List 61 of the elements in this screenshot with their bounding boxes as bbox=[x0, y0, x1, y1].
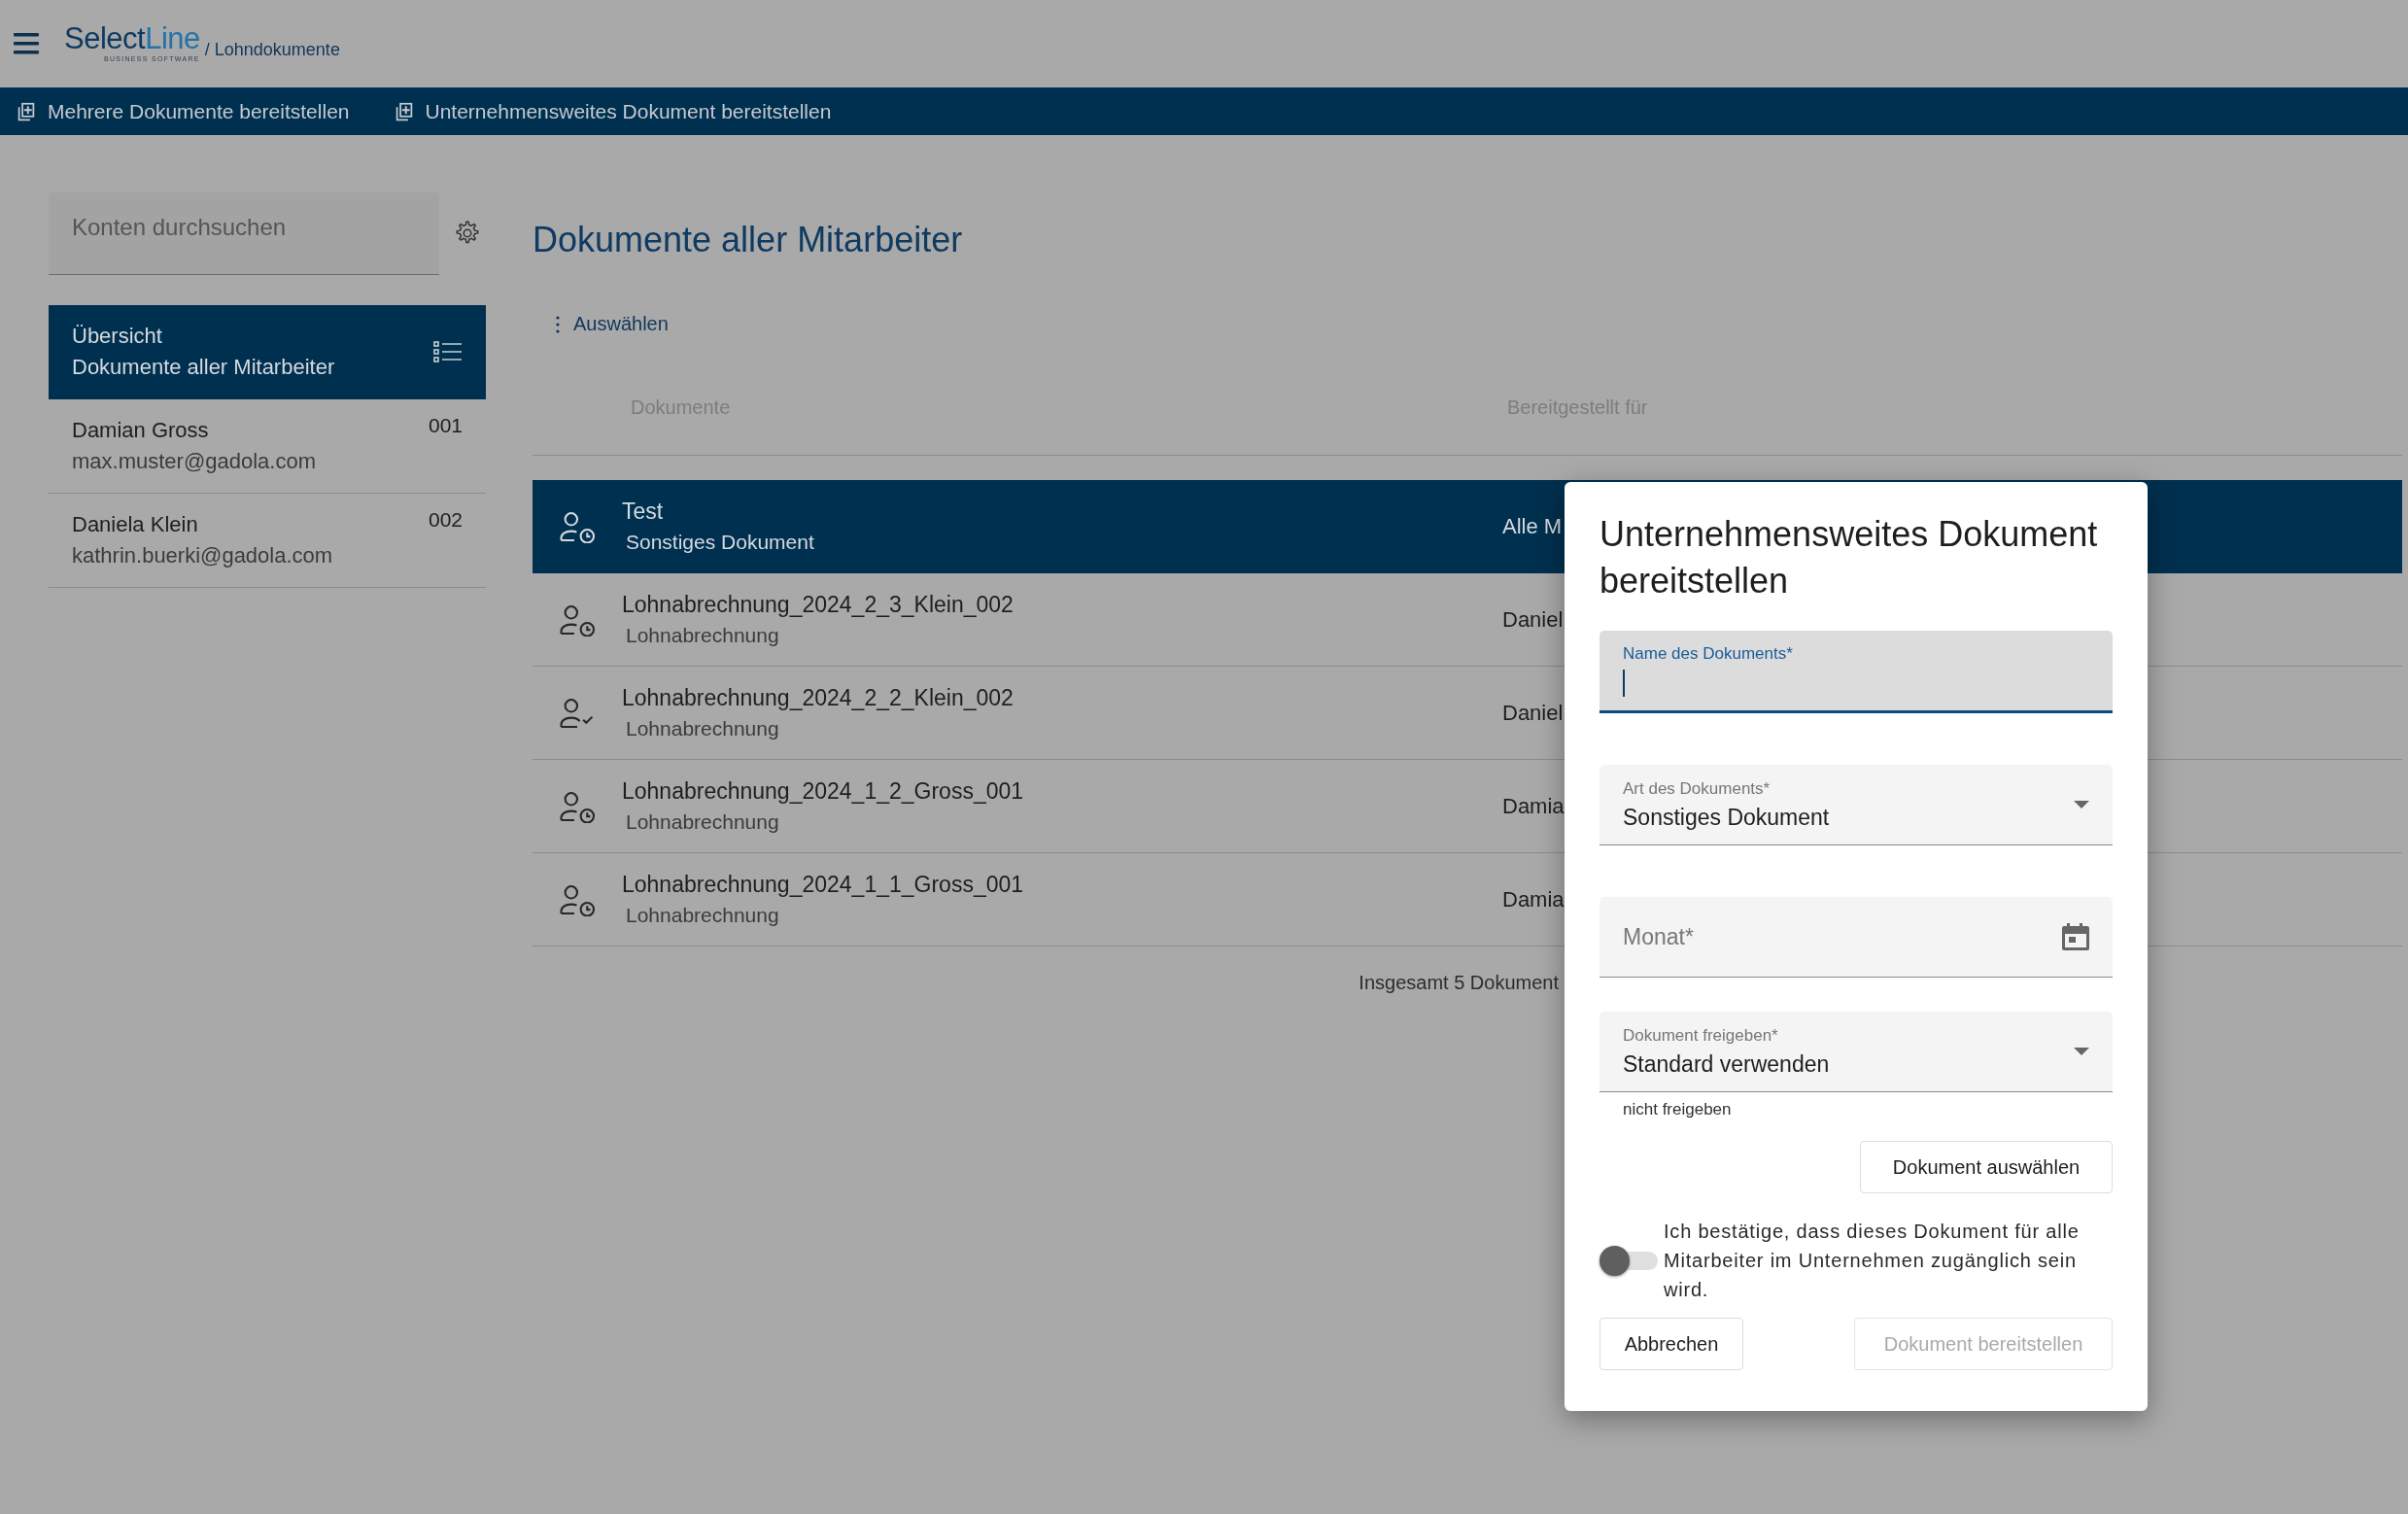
item-title: Daniela Klein bbox=[72, 512, 199, 537]
document-type: Lohnabrechnung bbox=[625, 624, 780, 647]
page-title: Dokumente aller Mitarbeiter bbox=[533, 219, 964, 261]
cancel-button[interactable]: Abbrechen bbox=[1600, 1318, 1743, 1370]
recipient-cell: Damia bbox=[1502, 886, 1565, 912]
document-count: Insgesamt 5 Dokument bbox=[1358, 971, 1560, 994]
sidebar-item[interactable]: Übersicht Dokumente aller Mitarbeiter bbox=[49, 305, 486, 399]
document-name: Lohnabrechnung_2024_1_2_Gross_001 bbox=[622, 778, 1025, 805]
document-name: Test bbox=[622, 499, 665, 525]
document-type: Lohnabrechnung bbox=[625, 810, 780, 834]
item-title: Übersicht bbox=[72, 324, 163, 349]
employee-number: 001 bbox=[428, 414, 463, 437]
field-value: Standard verwenden bbox=[1623, 1050, 1831, 1078]
dropdown-caret-icon bbox=[2074, 801, 2089, 809]
field-label: Dokument freigeben* bbox=[1623, 1025, 1779, 1046]
field-hint: nicht freigeben bbox=[1622, 1099, 1733, 1119]
document-type: Lohnabrechnung bbox=[625, 904, 780, 927]
person-clock-icon bbox=[558, 509, 597, 543]
document-type: Lohnabrechnung bbox=[625, 717, 780, 740]
form-field[interactable]: Dokument freigeben* Standard verwenden bbox=[1600, 1012, 2113, 1092]
logo: SelectLine bbox=[64, 23, 200, 54]
person-clock-icon bbox=[558, 789, 597, 823]
form-field[interactable]: Monat* bbox=[1600, 897, 2113, 978]
item-subtitle: Dokumente aller Mitarbeiter bbox=[72, 355, 336, 380]
document-name: Lohnabrechnung_2024_1_1_Gross_001 bbox=[622, 872, 1025, 898]
toolbar-button[interactable]: Unternehmensweites Dokument bereitstellen bbox=[394, 99, 832, 123]
recipient-cell: Alle M bbox=[1502, 513, 1563, 539]
select-button[interactable]: Auswählen bbox=[573, 313, 669, 335]
toolbar-button[interactable]: Mehrere Dokumente bereitstellen bbox=[17, 99, 350, 123]
item-subtitle: kathrin.buerki@gadola.com bbox=[72, 543, 334, 568]
person-clock-icon bbox=[558, 882, 597, 916]
field-value: Sonstiges Dokument bbox=[1623, 804, 1831, 831]
calendar-icon[interactable] bbox=[2062, 923, 2089, 950]
field-label: Art des Dokuments* bbox=[1623, 778, 1772, 799]
list-icon bbox=[433, 340, 463, 363]
confirm-text: Ich bestätige, dass dieses Dokument für alle Mitarbeiter im Unternehmen zugänglich sein wird. bbox=[1664, 1220, 2081, 1302]
document-type: Sonstiges Dokument bbox=[625, 531, 815, 554]
sidebar-item[interactable]: Daniela Klein kathrin.buerki@gadola.com 002 bbox=[49, 494, 486, 588]
person-clock-icon bbox=[558, 602, 597, 637]
breadcrumb-link[interactable]: / Lohndokumente bbox=[204, 40, 340, 60]
dropdown-caret-icon bbox=[2074, 1048, 2089, 1055]
search-field[interactable]: Konten durchsuchen bbox=[49, 192, 439, 275]
recipient-cell: Daniel bbox=[1502, 606, 1564, 633]
employee-number: 002 bbox=[428, 508, 463, 532]
item-title: Damian Gross bbox=[72, 418, 210, 443]
file-plus-icon bbox=[17, 101, 36, 121]
file-plus-icon bbox=[394, 101, 414, 121]
text-cursor bbox=[1623, 670, 1625, 697]
document-name: Lohnabrechnung_2024_2_3_Klein_002 bbox=[622, 592, 1015, 618]
field-label: Name des Dokuments* bbox=[1623, 644, 1794, 664]
item-subtitle: max.muster@gadola.com bbox=[72, 449, 317, 474]
recipient-cell: Damia bbox=[1502, 793, 1565, 819]
recipient-cell: Daniel bbox=[1502, 700, 1564, 726]
more-icon[interactable] bbox=[556, 315, 560, 333]
choose-document-button[interactable]: Dokument auswählen bbox=[1860, 1141, 2113, 1193]
form-field[interactable]: Art des Dokuments* Sonstiges Dokument bbox=[1600, 765, 2113, 845]
menu-icon[interactable] bbox=[14, 33, 39, 54]
sidebar-item[interactable]: Damian Gross max.muster@gadola.com 001 bbox=[49, 399, 486, 494]
toggle-switch[interactable] bbox=[1600, 1244, 1658, 1277]
form-field[interactable]: Name des Dokuments* bbox=[1600, 631, 2113, 713]
document-name: Lohnabrechnung_2024_2_2_Klein_002 bbox=[622, 685, 1015, 711]
